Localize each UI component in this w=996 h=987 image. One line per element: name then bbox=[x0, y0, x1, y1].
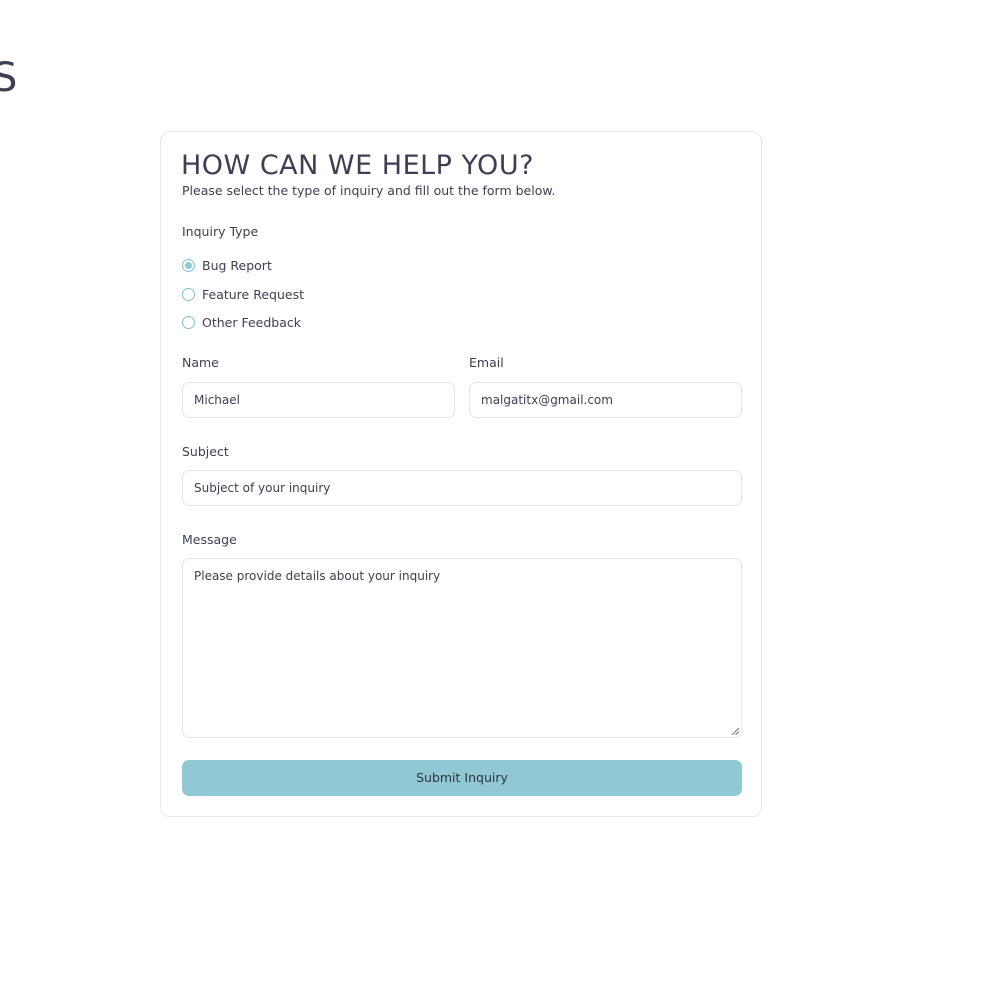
radio-bug-report[interactable]: Bug Report bbox=[182, 257, 272, 273]
radio-button-bug-report[interactable] bbox=[182, 258, 195, 272]
message-placeholder: Please provide details about your inquir… bbox=[194, 569, 441, 583]
radio-other-feedback[interactable]: Other Feedback bbox=[182, 314, 301, 330]
radio-label-bug-report: Bug Report bbox=[202, 257, 272, 273]
name-label: Name bbox=[182, 355, 219, 370]
name-field[interactable]: Michael bbox=[182, 382, 455, 418]
radio-feature-request[interactable]: Feature Request bbox=[182, 286, 304, 302]
subject-label: Subject bbox=[182, 444, 229, 459]
message-textarea[interactable]: Please provide details about your inquir… bbox=[182, 558, 742, 738]
radio-button-feature-request[interactable] bbox=[182, 287, 195, 301]
email-label: Email bbox=[469, 355, 504, 370]
email-field[interactable]: malgatitx@gmail.com bbox=[469, 382, 742, 418]
form-subtitle: Please select the type of inquiry and fi… bbox=[182, 183, 556, 198]
inquiry-form-card: HOW CAN WE HELP YOU? Please select the t… bbox=[160, 131, 762, 817]
submit-inquiry-button[interactable]: Submit Inquiry bbox=[182, 760, 742, 796]
radio-button-other-feedback[interactable] bbox=[182, 315, 195, 329]
message-label: Message bbox=[182, 532, 237, 547]
clipped-page-heading: S bbox=[0, 55, 18, 101]
radio-label-feature-request: Feature Request bbox=[202, 286, 304, 302]
form-title: HOW CAN WE HELP YOU? bbox=[181, 150, 534, 181]
subject-input[interactable]: Subject of your inquiry bbox=[182, 470, 742, 506]
resize-grip-icon[interactable] bbox=[731, 727, 739, 735]
radio-label-other-feedback: Other Feedback bbox=[202, 314, 301, 330]
inquiry-type-label: Inquiry Type bbox=[182, 224, 259, 239]
